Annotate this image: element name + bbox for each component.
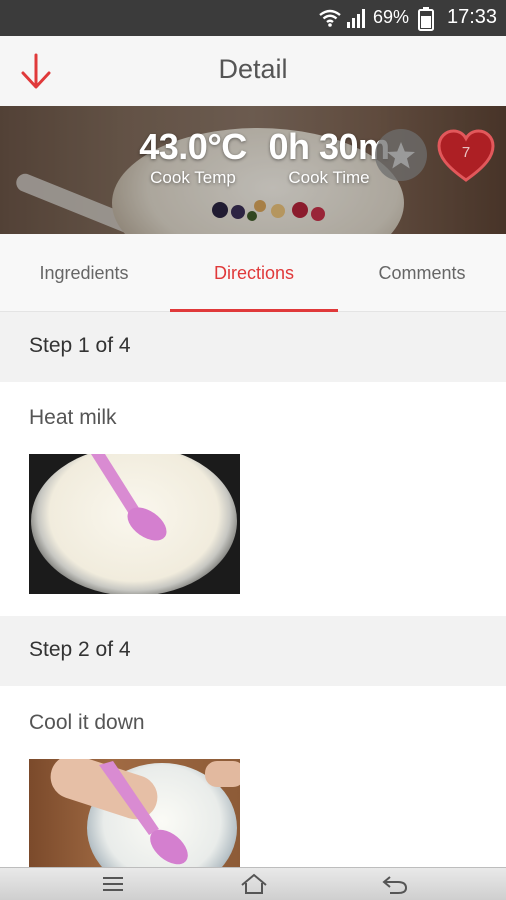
tab-bar: Ingredients Directions Comments bbox=[0, 234, 506, 312]
recipe-hero: 43.0°C Cook Temp 0h 30m Cook Time bbox=[0, 106, 506, 234]
status-bar: 69% 17:33 bbox=[0, 0, 506, 36]
step-image[interactable] bbox=[29, 759, 240, 867]
menu-icon bbox=[103, 877, 123, 891]
battery-percent: 69% bbox=[373, 7, 410, 27]
home-icon bbox=[241, 873, 267, 894]
page-title: Detail bbox=[218, 54, 288, 84]
back-icon bbox=[382, 876, 408, 894]
tab-ingredients[interactable]: Ingredients bbox=[0, 234, 168, 312]
spatula-graphic bbox=[99, 761, 188, 865]
tab-comments[interactable]: Comments bbox=[338, 234, 506, 312]
step-image[interactable] bbox=[29, 454, 240, 594]
nav-back-button[interactable] bbox=[380, 872, 410, 900]
step-title: Step 1 of 4 bbox=[29, 334, 131, 357]
wifi-icon bbox=[318, 8, 342, 32]
step-text: Heat milk bbox=[29, 406, 117, 429]
step-header: Step 1 of 4 bbox=[0, 312, 506, 382]
nav-home-button[interactable] bbox=[239, 872, 269, 900]
nav-menu-button[interactable] bbox=[100, 872, 126, 900]
step-title: Step 2 of 4 bbox=[29, 638, 131, 661]
like-button[interactable]: 7 bbox=[436, 128, 496, 184]
step-text: Cool it down bbox=[29, 711, 145, 734]
app-bar: Detail bbox=[0, 36, 506, 106]
cook-temp-label: Cook Temp bbox=[150, 168, 236, 187]
tab-directions[interactable]: Directions bbox=[170, 234, 338, 312]
system-nav-bar bbox=[0, 867, 506, 900]
step-header: Step 2 of 4 bbox=[0, 616, 506, 686]
like-count: 7 bbox=[461, 144, 471, 161]
star-icon bbox=[375, 129, 427, 181]
signal-icon bbox=[346, 8, 368, 32]
favorite-button[interactable] bbox=[374, 128, 428, 182]
battery-icon bbox=[418, 7, 434, 35]
status-clock: 17:33 bbox=[447, 6, 498, 28]
spatula-graphic bbox=[91, 454, 167, 541]
cook-temp-value: 43.0°C bbox=[139, 126, 247, 167]
cook-temp: 43.0°C Cook Temp bbox=[126, 126, 260, 188]
